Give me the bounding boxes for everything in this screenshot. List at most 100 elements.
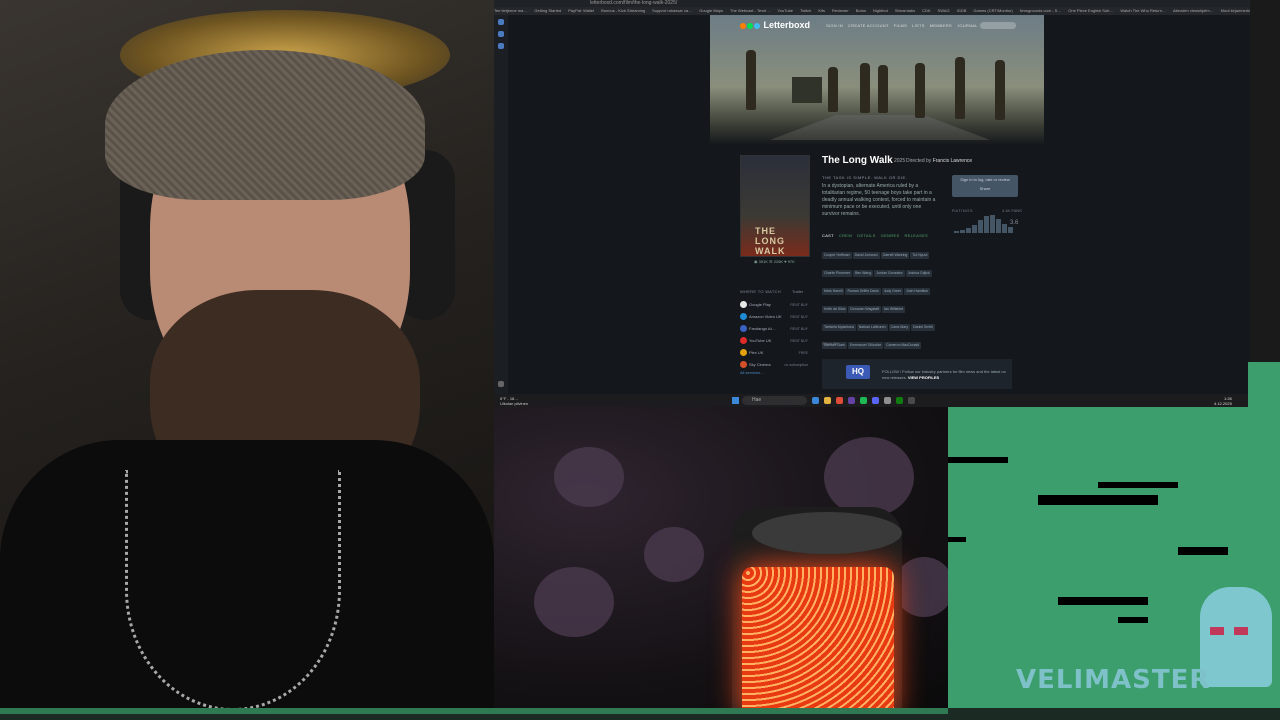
histogram-bar[interactable] bbox=[966, 227, 971, 233]
bookmark-item[interactable]: One Piece English Sub… bbox=[1068, 7, 1113, 15]
cast-chip[interactable]: Judy Greer bbox=[881, 288, 904, 295]
discord-icon[interactable] bbox=[872, 397, 879, 404]
ratings-histogram[interactable] bbox=[954, 215, 1016, 233]
trailer-link[interactable]: Trailer bbox=[792, 289, 803, 294]
tab-crew[interactable]: CREW bbox=[839, 233, 852, 238]
bookmark-item[interactable]: Getting Started bbox=[534, 7, 561, 15]
service-price[interactable]: RENT BUY bbox=[790, 323, 808, 335]
app-icon[interactable] bbox=[908, 397, 915, 404]
spotify-icon[interactable] bbox=[860, 397, 867, 404]
watch-service-row[interactable]: Google Play RENT BUY bbox=[740, 299, 808, 311]
cast-chip[interactable]: Keith da Silva bbox=[822, 306, 848, 313]
nav-item[interactable]: MEMBERS bbox=[930, 23, 952, 28]
film-year[interactable]: 2025 bbox=[894, 158, 905, 164]
bookmark-item[interactable]: Bonnus - Kick Streaming bbox=[601, 7, 645, 15]
bookmark-item[interactable]: Nmsgrounds.com - S… bbox=[1020, 7, 1062, 15]
tab-cast[interactable]: CAST bbox=[822, 233, 834, 238]
address-bar[interactable]: letterboxd.com/film/the-long-walk-2025/ bbox=[494, 0, 1250, 7]
nav-item[interactable]: JOURNAL bbox=[957, 23, 978, 28]
bookmark-item[interactable]: Streamlabs bbox=[895, 7, 915, 15]
bookmark-item[interactable]: Supprot rahaxsar ca… bbox=[652, 7, 692, 15]
nav-item[interactable]: FILMS bbox=[894, 23, 907, 28]
cast-chip[interactable]: Nathan Lafleuren bbox=[856, 324, 888, 331]
bookmark-item[interactable]: Tee tietjenne ma… bbox=[494, 7, 527, 15]
signin-prompt[interactable]: Sign in to log, rate or review bbox=[952, 175, 1018, 184]
histogram-bar[interactable] bbox=[984, 215, 989, 233]
cast-chip[interactable]: Garrett Wareing bbox=[880, 252, 910, 259]
service-price[interactable]: RENT BUY bbox=[790, 335, 808, 347]
rating-average[interactable]: 3.6 bbox=[1010, 220, 1018, 226]
watch-service-row[interactable]: Plex UK FREE bbox=[740, 347, 808, 359]
tab-details[interactable]: DETAILS bbox=[857, 233, 875, 238]
histogram-bar[interactable] bbox=[990, 215, 995, 233]
histogram-bar[interactable] bbox=[996, 218, 1001, 233]
cast-chip[interactable]: Joshua Odjick bbox=[905, 270, 932, 277]
histogram-bar[interactable] bbox=[1002, 224, 1007, 233]
hq-badge[interactable]: HQ bbox=[846, 365, 870, 379]
sidebar-history-icon[interactable] bbox=[498, 43, 504, 49]
bookmark-item[interactable]: Twitch bbox=[800, 7, 811, 15]
histogram-bar[interactable] bbox=[954, 230, 959, 233]
director-link[interactable]: Francis Lawrence bbox=[933, 158, 972, 164]
url-text[interactable]: letterboxd.com/film/the-long-walk-2025/ bbox=[590, 0, 677, 7]
service-price[interactable]: no subscription bbox=[784, 359, 808, 371]
cast-chip[interactable]: Roman Griffin Davis bbox=[845, 288, 881, 295]
bookmark-item[interactable]: The Webcast - Tevel… bbox=[730, 7, 770, 15]
nav-item[interactable]: SIGN IN bbox=[826, 23, 843, 28]
watch-service-row[interactable]: Amazon Video UK RENT BUY bbox=[740, 311, 808, 323]
cast-chip[interactable]: Tut Nyuot bbox=[910, 252, 930, 259]
cast-chip[interactable]: Emmanuel Giliochie bbox=[848, 342, 884, 349]
signin-panel[interactable]: Sign in to log, rate or review Share bbox=[952, 175, 1018, 197]
service-price[interactable]: RENT BUY bbox=[790, 311, 808, 323]
cast-chip[interactable]: Ben Wang bbox=[853, 270, 874, 277]
bookmark-item[interactable]: YouTube bbox=[777, 7, 793, 15]
chrome-icon[interactable] bbox=[836, 397, 843, 404]
task-view-icon[interactable] bbox=[812, 397, 819, 404]
bookmark-item[interactable]: Reviewer bbox=[832, 7, 849, 15]
cast-chip[interactable]: David Jonsson bbox=[852, 252, 880, 259]
view-profiles-link[interactable]: VIEW PROFILES bbox=[908, 375, 939, 380]
letterboxd-logo[interactable]: Letterboxd bbox=[740, 20, 810, 30]
taskbar-search[interactable]: Hae bbox=[742, 396, 807, 405]
service-price[interactable]: FREE bbox=[799, 347, 808, 359]
bookmark-item[interactable]: Watch The Who Return… bbox=[1120, 7, 1166, 15]
cast-chip[interactable]: Donovan Wagstaff bbox=[848, 306, 882, 313]
xbox-icon[interactable] bbox=[896, 397, 903, 404]
all-services-link[interactable]: All services… bbox=[740, 370, 764, 375]
bookmark-item[interactable]: Games (CRT/Monitor) bbox=[973, 7, 1012, 15]
bookmark-item[interactable]: SWAG bbox=[938, 7, 950, 15]
cast-chip[interactable]: Cameron MacDonald bbox=[884, 342, 922, 349]
cast-chip[interactable]: Mark Hamill bbox=[822, 288, 845, 295]
bookmark-item[interactable]: Google Maps bbox=[699, 7, 723, 15]
app-icon[interactable] bbox=[884, 397, 891, 404]
bookmark-item[interactable]: Aiteuden viesiohjelm… bbox=[1173, 7, 1214, 15]
bookmark-item[interactable]: Botos bbox=[856, 7, 866, 15]
cast-chip[interactable]: Tsetsela Myambwa bbox=[822, 324, 856, 331]
watch-service-row[interactable]: YouTube UK RENT BUY bbox=[740, 335, 808, 347]
histogram-bar[interactable] bbox=[960, 229, 965, 233]
tab-genres[interactable]: GENRES bbox=[881, 233, 900, 238]
ratings-fans[interactable]: 4.4K FANS bbox=[1002, 208, 1022, 213]
tab-releases[interactable]: RELEASES bbox=[904, 233, 928, 238]
film-poster[interactable]: THE LONG WALK bbox=[740, 155, 810, 257]
service-price[interactable]: RENT BUY bbox=[790, 299, 808, 311]
bookmark-item[interactable]: Muut kirjanmerkit bbox=[1221, 7, 1250, 15]
share-link[interactable]: Share bbox=[952, 184, 1018, 193]
nav-item[interactable]: CREATE ACCOUNT bbox=[848, 23, 889, 28]
cast-chip[interactable]: Daniel Smith bbox=[911, 324, 935, 331]
cast-chip[interactable]: Josh Hamilton bbox=[904, 288, 931, 295]
letterboxd-search-input[interactable] bbox=[980, 22, 1016, 29]
taskbar-clock[interactable]: 1:28 4.12.2025 bbox=[1214, 396, 1232, 406]
histogram-bar[interactable] bbox=[978, 220, 983, 233]
sidebar-home-icon[interactable] bbox=[498, 19, 504, 25]
histogram-bar[interactable] bbox=[1008, 226, 1013, 233]
weather-widget[interactable]: 6°F - 18… Ulkolan pilvinen bbox=[500, 396, 528, 406]
cast-show-all[interactable]: Show All… bbox=[822, 341, 841, 346]
bookmark-item[interactable]: Nightbot bbox=[873, 7, 888, 15]
histogram-bar[interactable] bbox=[972, 224, 977, 233]
bookmark-item[interactable]: CDK bbox=[922, 7, 930, 15]
file-explorer-icon[interactable] bbox=[824, 397, 831, 404]
bookmark-item[interactable]: PayPal: Wallet bbox=[568, 7, 594, 15]
watch-service-row[interactable]: Fandango At… RENT BUY bbox=[740, 323, 808, 335]
nav-item[interactable]: LISTS bbox=[912, 23, 925, 28]
